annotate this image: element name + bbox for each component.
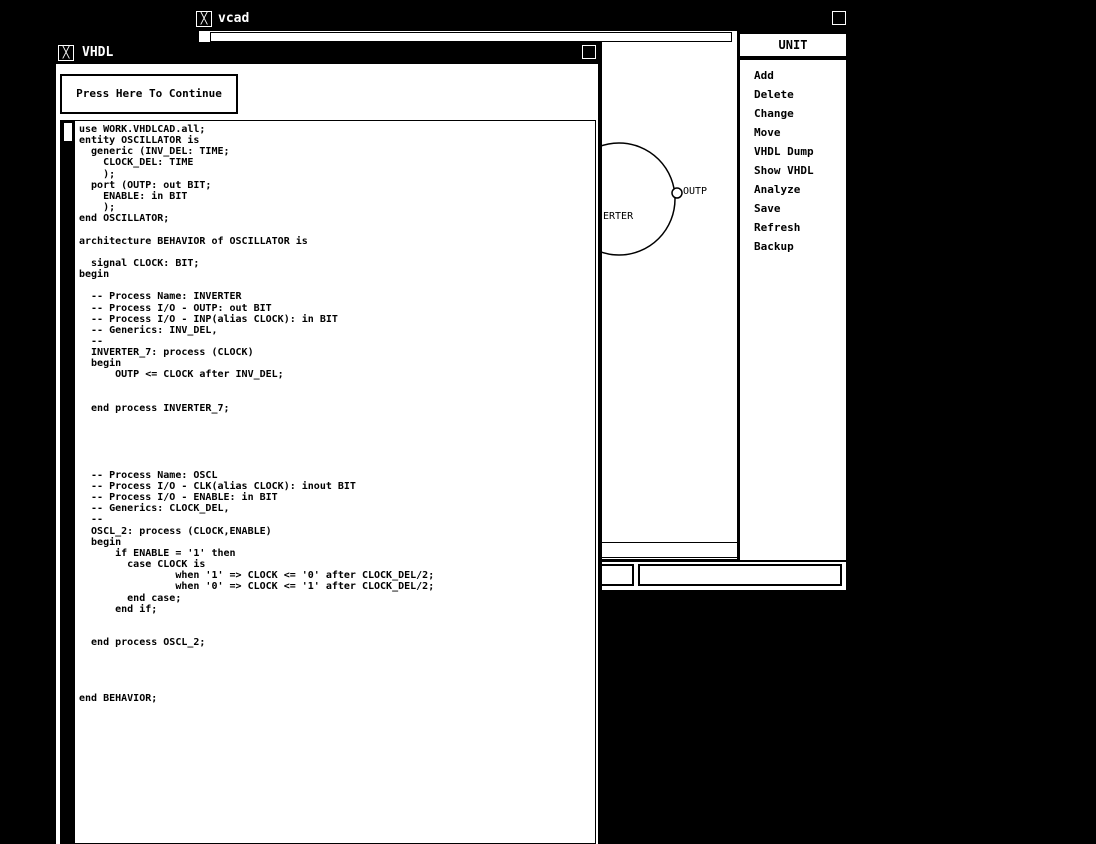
menu-item-change[interactable]: Change xyxy=(754,104,846,123)
desktop-background-gap xyxy=(52,8,190,42)
maximize-icon[interactable] xyxy=(582,45,596,59)
menu-item-save[interactable]: Save xyxy=(754,199,846,218)
menu-item-show-vhdl[interactable]: Show VHDL xyxy=(754,161,846,180)
menu-item-refresh[interactable]: Refresh xyxy=(754,218,846,237)
window-menu-icon[interactable]: ╳ xyxy=(196,11,212,27)
desktop-background-left xyxy=(0,0,52,844)
code-view[interactable]: use WORK.VHDLCAD.all; entity OSCILLATOR … xyxy=(60,120,596,844)
menu-item-move[interactable]: Move xyxy=(754,123,846,142)
status-field-small[interactable] xyxy=(598,564,634,586)
menu-item-analyze[interactable]: Analyze xyxy=(754,180,846,199)
window-menu-icon[interactable]: ╳ xyxy=(58,45,74,61)
canvas-horizontal-scrollbar[interactable] xyxy=(210,32,732,42)
unit-menu: Add Delete Change Move VHDL Dump Show VHDL Ana… xyxy=(738,58,848,562)
outp-port[interactable] xyxy=(671,187,683,199)
menu-item-backup[interactable]: Backup xyxy=(754,237,846,256)
desktop-background-mid xyxy=(602,594,852,844)
status-field-input[interactable] xyxy=(638,564,842,586)
vhdl-titlebar[interactable]: ╳ VHDL xyxy=(52,42,602,64)
maximize-icon[interactable] xyxy=(832,11,846,25)
continue-button[interactable]: Press Here To Continue xyxy=(60,74,238,114)
vhdl-code-text: use WORK.VHDLCAD.all; entity OSCILLATOR … xyxy=(79,124,435,704)
menu-item-add[interactable]: Add xyxy=(754,66,846,85)
desktop-background-right xyxy=(852,8,1096,844)
vhdl-window-title: VHDL xyxy=(82,45,114,60)
desktop-background-top xyxy=(52,0,1096,8)
vcad-titlebar[interactable]: ╳ vcad xyxy=(190,8,852,30)
vhdl-window: ╳ VHDL Press Here To Continue use WORK.V… xyxy=(52,42,602,844)
unit-header: UNIT xyxy=(738,32,848,58)
scrollbar-thumb[interactable] xyxy=(64,123,72,141)
component-label: ERTER xyxy=(603,211,634,222)
menu-item-delete[interactable]: Delete xyxy=(754,85,846,104)
menu-item-vhdl-dump[interactable]: VHDL Dump xyxy=(754,142,846,161)
vcad-window-title: vcad xyxy=(218,11,250,26)
vhdl-client-area: Press Here To Continue use WORK.VHDLCAD.… xyxy=(56,64,598,844)
code-scrollbar[interactable] xyxy=(61,121,75,843)
port-label: OUTP xyxy=(683,186,707,197)
